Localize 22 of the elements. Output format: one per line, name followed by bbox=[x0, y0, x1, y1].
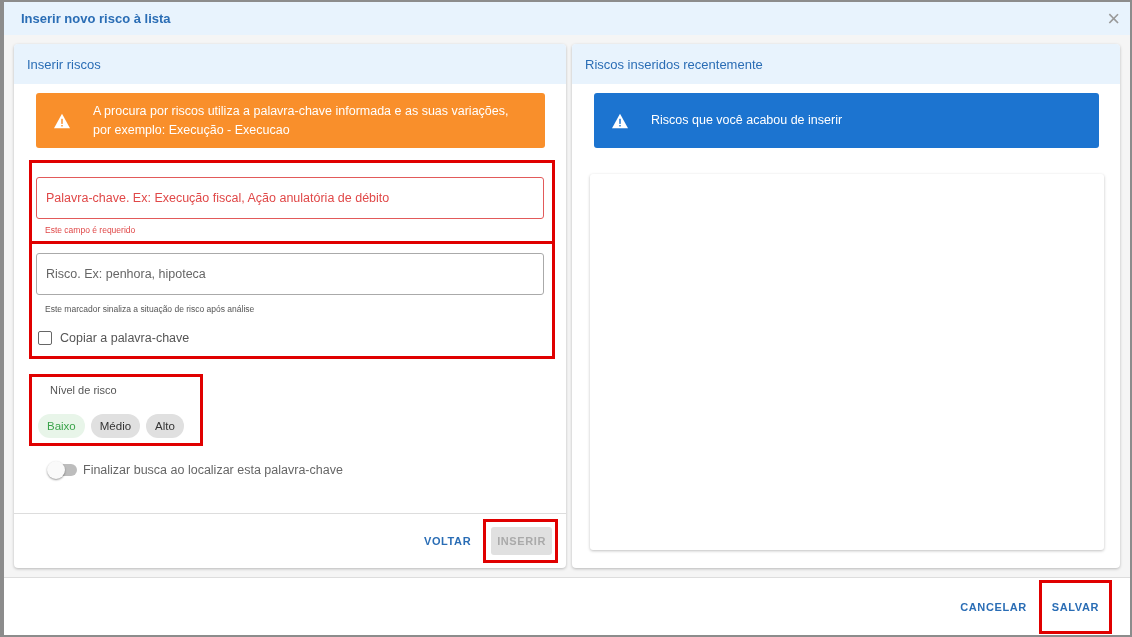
hint-text: Este marcador sinaliza a situação de risco após análise bbox=[45, 304, 256, 314]
keyword-field[interactable]: Palavra-chave. Ex: Execução fiscal, Ação anulatória de débito bbox=[36, 177, 544, 219]
warning-icon bbox=[53, 112, 71, 129]
back-button[interactable]: VOLTAR bbox=[418, 527, 478, 555]
panel-title: Riscos inseridos recentemente bbox=[572, 44, 1120, 84]
toggle-label: Finalizar busca ao localizar esta palavra-chave bbox=[83, 463, 343, 477]
alert-text: Riscos que você acabou de inserir bbox=[651, 112, 843, 130]
risk-level-chip[interactable]: Médio bbox=[90, 414, 141, 438]
checkbox-label: Copiar a palavra-chave bbox=[60, 331, 190, 345]
risk-level-chip[interactable]: Alto bbox=[146, 414, 184, 438]
toggle-switch[interactable] bbox=[49, 464, 77, 476]
warning-icon bbox=[611, 112, 629, 129]
alert-text: A procura por riscos utiliza a palavra-chave informada e as suas variações, por exemplo: Execução - Execucao bbox=[93, 103, 510, 139]
risk-field[interactable]: Risco. Ex: penhora, hipoteca bbox=[36, 253, 544, 295]
risk-level-label: Nível de risco bbox=[50, 384, 118, 396]
save-button[interactable]: SALVAR bbox=[1045, 592, 1105, 621]
panel-title: Inserir riscos bbox=[14, 44, 566, 84]
cancel-button[interactable]: CANCELAR bbox=[954, 592, 1033, 621]
risk-level-chip[interactable]: Baixo bbox=[38, 414, 85, 438]
error-text: Este campo é requerido bbox=[45, 225, 137, 235]
checkbox[interactable] bbox=[38, 331, 52, 345]
dialog-title: Inserir novo risco à lista bbox=[21, 11, 171, 26]
